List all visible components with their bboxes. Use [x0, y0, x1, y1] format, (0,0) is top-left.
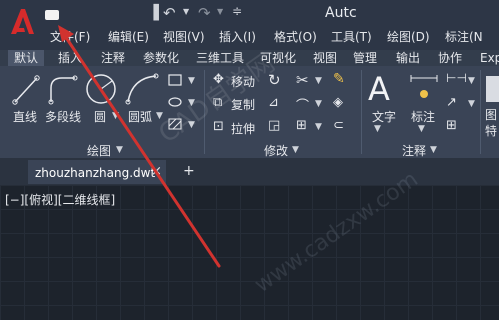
table-icon[interactable]: ⊞: [446, 118, 457, 133]
stretch-icon[interactable]: ⊡: [213, 119, 224, 134]
layer-properties-icon[interactable]: [486, 76, 499, 102]
explode-icon[interactable]: ◈: [333, 95, 343, 110]
redo-icon[interactable]: ↷: [198, 4, 211, 22]
undo-dropdown-icon[interactable]: ▼: [183, 7, 189, 16]
modify-panel-expand-icon[interactable]: ▼: [292, 145, 299, 155]
erase-icon[interactable]: ✎: [333, 71, 345, 87]
line-tool-icon[interactable]: [12, 74, 40, 106]
line-tool-label[interactable]: 直线: [13, 108, 37, 125]
leader-dropdown-icon[interactable]: ▼: [468, 99, 475, 109]
circle-tool-label[interactable]: 圆: [94, 108, 106, 125]
customize-qat-icon[interactable]: ≑: [232, 4, 242, 18]
tab-collaborate[interactable]: 协作: [438, 50, 462, 66]
rectangle-icon[interactable]: [168, 74, 182, 86]
circle-dropdown-icon[interactable]: ▼: [112, 111, 119, 121]
separator-icon: ▐: [148, 5, 159, 21]
scale-icon[interactable]: ◲: [268, 118, 280, 133]
tab-output[interactable]: 输出: [396, 50, 420, 66]
panel-divider: [361, 70, 362, 154]
dimension-dropdown-icon[interactable]: ▼: [418, 124, 425, 134]
tab-annotate[interactable]: 注释: [101, 50, 125, 66]
menu-file[interactable]: 文件(F): [50, 28, 90, 45]
dimension-tool-icon[interactable]: [409, 74, 439, 106]
tab-express[interactable]: Exp: [480, 50, 499, 66]
array-dropdown-icon[interactable]: ▼: [315, 122, 322, 132]
menu-view[interactable]: 视图(V): [163, 28, 205, 45]
polyline-tool-label[interactable]: 多段线: [45, 108, 81, 125]
trim-icon[interactable]: ✂: [296, 71, 309, 89]
linear-dim-dropdown-icon[interactable]: ▼: [468, 76, 475, 86]
stretch-tool-label[interactable]: 拉伸: [231, 120, 255, 137]
menu-draw[interactable]: 绘图(D): [387, 28, 430, 45]
document-tab-name[interactable]: zhouzhanzhang.dwt: [35, 166, 155, 180]
undo-icon[interactable]: ↶: [163, 4, 176, 22]
mirror-icon[interactable]: ⊿: [268, 95, 279, 110]
circle-tool-icon[interactable]: [84, 72, 118, 106]
app-title: Autc: [325, 5, 357, 21]
menu-edit[interactable]: 编辑(E): [108, 28, 149, 45]
menu-dimension[interactable]: 标注(N: [445, 28, 483, 45]
redo-dropdown-icon[interactable]: ▼: [217, 7, 223, 16]
extra-tool-label-2[interactable]: 特: [485, 122, 497, 139]
save-icon[interactable]: [45, 10, 59, 20]
arc-tool-icon[interactable]: [124, 72, 160, 106]
autocad-logo-icon[interactable]: [8, 6, 36, 36]
tab-parametric[interactable]: 参数化: [143, 50, 179, 66]
menu-format[interactable]: 格式(O): [274, 28, 317, 45]
arc-tool-label[interactable]: 圆弧: [128, 108, 152, 125]
fillet-dropdown-icon[interactable]: ▼: [315, 99, 322, 109]
text-tool-label[interactable]: 文字: [372, 108, 396, 125]
text-dropdown-icon[interactable]: ▼: [374, 124, 381, 134]
extra-tool-label-1[interactable]: 图: [485, 106, 497, 123]
leader-icon[interactable]: ↗: [446, 95, 457, 110]
close-tab-icon[interactable]: ×: [151, 164, 162, 179]
annotation-panel-title[interactable]: 注释: [402, 142, 426, 159]
menu-insert[interactable]: 插入(I): [219, 28, 256, 45]
tab-manage[interactable]: 管理: [353, 50, 377, 66]
panel-divider: [480, 70, 481, 154]
annotation-panel-expand-icon[interactable]: ▼: [430, 145, 437, 155]
dimension-tool-label[interactable]: 标注: [411, 108, 435, 125]
tab-insert[interactable]: 插入: [58, 50, 82, 66]
modify-panel-title[interactable]: 修改: [264, 142, 288, 159]
linear-dim-icon[interactable]: ⊢⊣: [446, 71, 467, 85]
viewport-controls[interactable]: [−][俯视][二维线框]: [5, 191, 115, 208]
array-icon[interactable]: ⊞: [296, 118, 307, 133]
offset-icon[interactable]: ⊂: [333, 118, 344, 133]
text-tool-icon[interactable]: A: [368, 70, 390, 108]
new-tab-button[interactable]: +: [183, 163, 195, 179]
fillet-icon[interactable]: ⌒: [296, 95, 309, 114]
draw-panel-title[interactable]: 绘图: [87, 142, 111, 159]
draw-panel-expand-icon[interactable]: ▼: [116, 145, 123, 155]
polyline-tool-icon[interactable]: [48, 74, 78, 106]
tab-view[interactable]: 视图: [313, 50, 337, 66]
trim-dropdown-icon[interactable]: ▼: [315, 76, 322, 86]
menu-tools[interactable]: 工具(T): [331, 28, 372, 45]
rectangle-dropdown-icon[interactable]: ▼: [188, 76, 195, 86]
tab-default[interactable]: 默认: [8, 50, 45, 66]
